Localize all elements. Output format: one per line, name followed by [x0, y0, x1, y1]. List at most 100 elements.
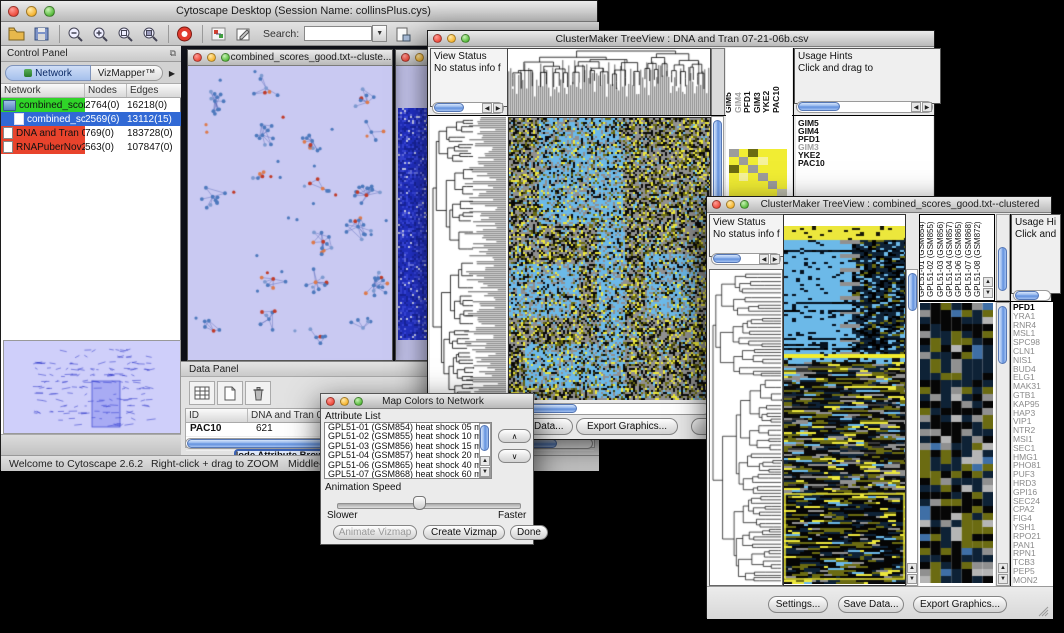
- heatmap-canvas[interactable]: [508, 117, 711, 401]
- network-1-title-bar[interactable]: combined_scores_good.txt--cluste...: [188, 50, 392, 66]
- network-graph-canvas[interactable]: [189, 66, 391, 360]
- tab-network[interactable]: Network: [5, 65, 91, 81]
- network-list-row[interactable]: combined_scores_2764(0)16218(0): [1, 98, 181, 112]
- matrix-cell[interactable]: [739, 157, 749, 165]
- network-list-row[interactable]: DNA and Tran 07769(0)183728(0): [1, 126, 181, 140]
- matrix-cell[interactable]: [768, 149, 778, 157]
- zoom-heatmap-canvas[interactable]: [920, 303, 993, 583]
- network-matrix-canvas[interactable]: [398, 108, 430, 340]
- arrow-left-icon[interactable]: ◀: [482, 103, 492, 113]
- zoom-fit-icon[interactable]: [116, 25, 135, 43]
- column-label[interactable]: GPL51-08 (GSM872): [973, 221, 982, 297]
- column-label[interactable]: GPL51-06 (GSM865): [954, 221, 963, 297]
- arrow-down-icon[interactable]: ▼: [480, 467, 490, 477]
- matrix-cell[interactable]: [729, 181, 739, 189]
- matrix-cell[interactable]: [768, 165, 778, 173]
- import-icon[interactable]: [393, 25, 412, 43]
- scroll-thumb[interactable]: [908, 273, 917, 311]
- zoom-window-icon[interactable]: [354, 397, 363, 406]
- arrow-up-icon[interactable]: ▲: [983, 277, 993, 287]
- animate-vizmap-button[interactable]: Animate Vizmap: [333, 525, 417, 540]
- data-column-id[interactable]: ID: [186, 409, 248, 422]
- arrow-right-icon[interactable]: ▶: [770, 254, 780, 264]
- settings-button[interactable]: Settings...: [768, 596, 828, 613]
- main-title-bar[interactable]: Cytoscape Desktop (Session Name: collins…: [1, 1, 597, 22]
- arrow-up-icon[interactable]: ▲: [998, 563, 1008, 573]
- birdseye-view[interactable]: [3, 340, 181, 434]
- attribute-list-scrollbar[interactable]: ▲ ▼: [479, 423, 491, 478]
- gene-scroll-strip[interactable]: ▲ ▼: [996, 302, 1010, 586]
- arrow-left-icon[interactable]: ◀: [911, 102, 921, 112]
- new-attribute-button[interactable]: [217, 381, 243, 405]
- similarity-matrix[interactable]: [729, 149, 787, 197]
- heatmap-vscroll[interactable]: ▲ ▼: [906, 269, 918, 586]
- matrix-cell[interactable]: [748, 157, 758, 165]
- matrix-cell[interactable]: [748, 181, 758, 189]
- minimize-icon[interactable]: [415, 53, 424, 62]
- column-label[interactable]: GPL51-03 (GSM856): [936, 221, 945, 297]
- column-label[interactable]: GPL51-07 (GSM868): [964, 221, 973, 297]
- arrow-down-icon[interactable]: ▼: [907, 574, 917, 584]
- scroll-thumb[interactable]: [998, 247, 1007, 291]
- matrix-cell[interactable]: [777, 157, 787, 165]
- arrow-down-icon[interactable]: ▼: [998, 574, 1008, 584]
- export-graphics-button[interactable]: Export Graphics...: [576, 418, 678, 435]
- node-attribute-icon[interactable]: [209, 25, 228, 43]
- arrow-down-icon[interactable]: ▼: [983, 288, 993, 298]
- usage-scrollbar[interactable]: [1013, 290, 1051, 301]
- matrix-cell[interactable]: [748, 149, 758, 157]
- matrix-cell[interactable]: [777, 165, 787, 173]
- usage-scrollbar[interactable]: ◀ ▶: [796, 101, 933, 113]
- treeview1-title-bar[interactable]: ClusterMaker TreeView : DNA and Tran 07-…: [428, 31, 934, 47]
- row-dendrogram-canvas[interactable]: [431, 117, 506, 399]
- minimize-icon[interactable]: [340, 397, 349, 406]
- heatmap-canvas[interactable]: [784, 226, 905, 584]
- arrow-up-icon[interactable]: ▲: [907, 563, 917, 573]
- scroll-thumb[interactable]: [998, 306, 1007, 364]
- matrix-cell[interactable]: [748, 165, 758, 173]
- column-network[interactable]: Network: [1, 84, 85, 97]
- treeview2-title-bar[interactable]: ClusterMaker TreeView : combined_scores_…: [707, 197, 1051, 213]
- zoom-window-icon[interactable]: [221, 53, 230, 62]
- matrix-cell[interactable]: [768, 173, 778, 181]
- matrix-cell[interactable]: [739, 149, 749, 157]
- zoom-window-icon[interactable]: [461, 34, 470, 43]
- attribute-select-button[interactable]: [189, 381, 215, 405]
- matrix-cell[interactable]: [729, 149, 739, 157]
- scroll-thumb[interactable]: [1015, 291, 1039, 300]
- zoom-in-icon[interactable]: [91, 25, 110, 43]
- network-list-row[interactable]: combined_sco2569(6)13112(15): [1, 112, 181, 126]
- scroll-thumb[interactable]: [798, 102, 840, 111]
- scroll-thumb[interactable]: [713, 254, 741, 263]
- column-label[interactable]: GIM4: [733, 92, 743, 113]
- matrix-cell[interactable]: [739, 173, 749, 181]
- zoom-region-icon[interactable]: [141, 25, 160, 43]
- move-down-button[interactable]: ∨: [498, 449, 531, 463]
- matrix-cell[interactable]: [768, 181, 778, 189]
- help-icon[interactable]: [175, 25, 194, 43]
- column-dendrogram-canvas[interactable]: [508, 49, 710, 115]
- column-label[interactable]: GIM5: [726, 92, 733, 113]
- matrix-cell[interactable]: [748, 173, 758, 181]
- zoom-out-icon[interactable]: [66, 25, 85, 43]
- gene-label[interactable]: MON2: [1013, 576, 1053, 585]
- resize-grip-icon[interactable]: [1037, 605, 1049, 617]
- row-dendrogram-canvas[interactable]: [711, 271, 782, 585]
- column-label[interactable]: YKE2: [761, 91, 771, 113]
- matrix-cell[interactable]: [777, 173, 787, 181]
- column-label[interactable]: GIM3: [752, 92, 762, 113]
- matrix-cell[interactable]: [758, 165, 768, 173]
- matrix-cell[interactable]: [758, 181, 768, 189]
- close-icon[interactable]: [433, 34, 442, 43]
- attribute-list-item[interactable]: GPL51-07 (GSM868) heat shock 60 min: [325, 470, 491, 479]
- view-status-scrollbar[interactable]: ◀ ▶: [711, 253, 781, 265]
- matrix-cell[interactable]: [777, 181, 787, 189]
- tab-overflow-button[interactable]: ▶: [166, 65, 178, 81]
- scroll-thumb[interactable]: [480, 425, 489, 451]
- save-data-button[interactable]: Save Data...: [838, 596, 904, 613]
- close-icon[interactable]: [8, 6, 19, 17]
- view-status-scrollbar[interactable]: ◀ ▶: [432, 102, 504, 114]
- column-label[interactable]: GPL51-04 (GSM857): [945, 221, 954, 297]
- open-icon[interactable]: [7, 25, 26, 43]
- close-icon[interactable]: [712, 200, 721, 209]
